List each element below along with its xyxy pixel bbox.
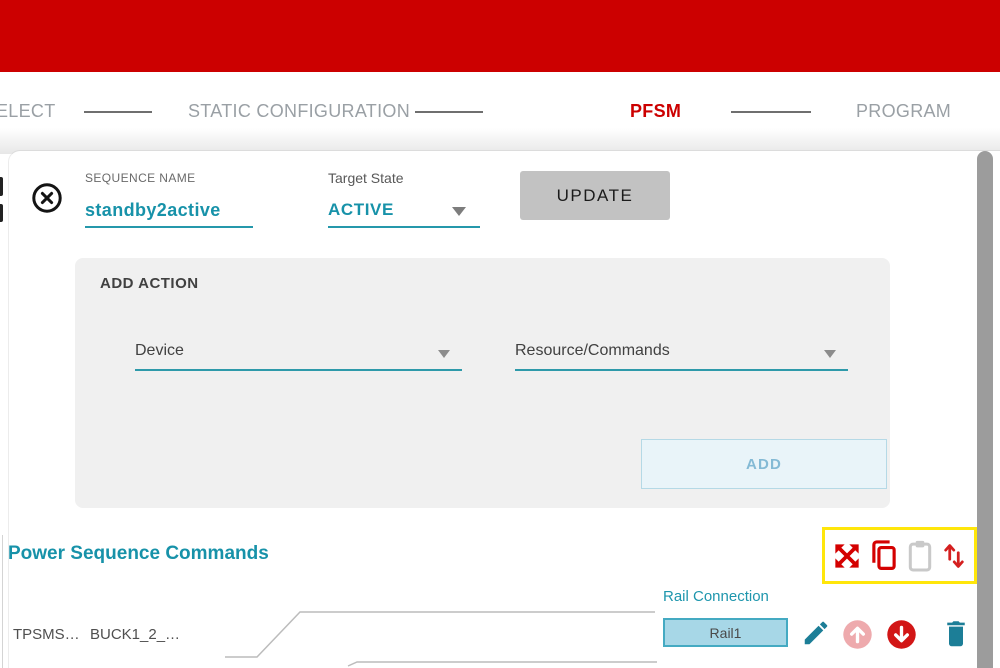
add-button[interactable]: ADD [641,439,887,489]
resource-commands-dropdown[interactable]: Resource/Commands [515,342,848,366]
target-state-label: Target State [328,170,404,186]
close-sequence-button[interactable] [30,181,64,215]
target-state-select[interactable]: ACTIVE [328,200,480,226]
dropdown-arrow-icon [452,207,466,216]
pfsm-configuration-screen: ELECT STATIC CONFIGURATION PFSM PROGRAM … [0,0,1000,668]
stepper-connector [731,111,811,113]
rail-chip-label: Rail1 [710,625,742,641]
move-up-button[interactable] [842,619,873,650]
copy-button[interactable] [868,538,900,574]
arrow-up-circle-icon [842,619,873,650]
resource-commands-underline [515,369,848,371]
close-icon [30,181,64,215]
update-button[interactable]: UPDATE [520,171,670,220]
clipboard-icon [906,538,934,574]
device-underline [135,369,462,371]
device-dropdown[interactable]: Device [135,342,462,366]
clipped-background-content [0,177,3,196]
resource-commands-label: Resource/Commands [515,342,670,359]
arrows-up-down-icon [942,540,966,572]
target-state-value: ACTIVE [328,200,394,219]
move-down-button[interactable] [886,619,917,650]
copy-icon [868,538,900,574]
rail-connection-chip: Rail1 [663,618,788,647]
sequence-name-underline [85,226,253,228]
sequence-toolbar-highlight [822,527,977,584]
vertical-scrollbar-thumb[interactable] [977,151,993,668]
stepper-step-pfsm[interactable]: PFSM [630,101,681,122]
stepper-step-program[interactable]: PROGRAM [856,101,951,122]
edit-rail-button[interactable] [800,617,832,649]
device-dropdown-label: Device [135,342,184,359]
expand-arrows-icon [833,542,861,570]
stepper-step-static-configuration[interactable]: STATIC CONFIGURATION [188,101,410,122]
arrow-down-circle-icon [886,619,917,650]
expand-button[interactable] [832,540,862,572]
pencil-icon [801,618,831,648]
dropdown-arrow-icon [824,350,836,358]
delete-row-button[interactable] [941,616,971,649]
sequence-name-label: SEQUENCE NAME [85,171,196,185]
dropdown-arrow-icon [438,350,450,358]
add-action-title: ADD ACTION [100,275,199,292]
app-header-bar [0,0,1000,72]
stepper-connector [84,111,152,113]
trash-icon [942,617,970,648]
sequence-name-input[interactable]: standby2active [85,200,221,221]
sort-button[interactable] [941,539,967,573]
paste-button[interactable] [905,538,935,574]
stepper-connector [415,111,483,113]
stepper-step-select[interactable]: ELECT [0,101,56,122]
power-sequence-commands-title: Power Sequence Commands [8,543,269,565]
target-state-underline [328,226,480,228]
clipped-background-content [0,204,3,222]
